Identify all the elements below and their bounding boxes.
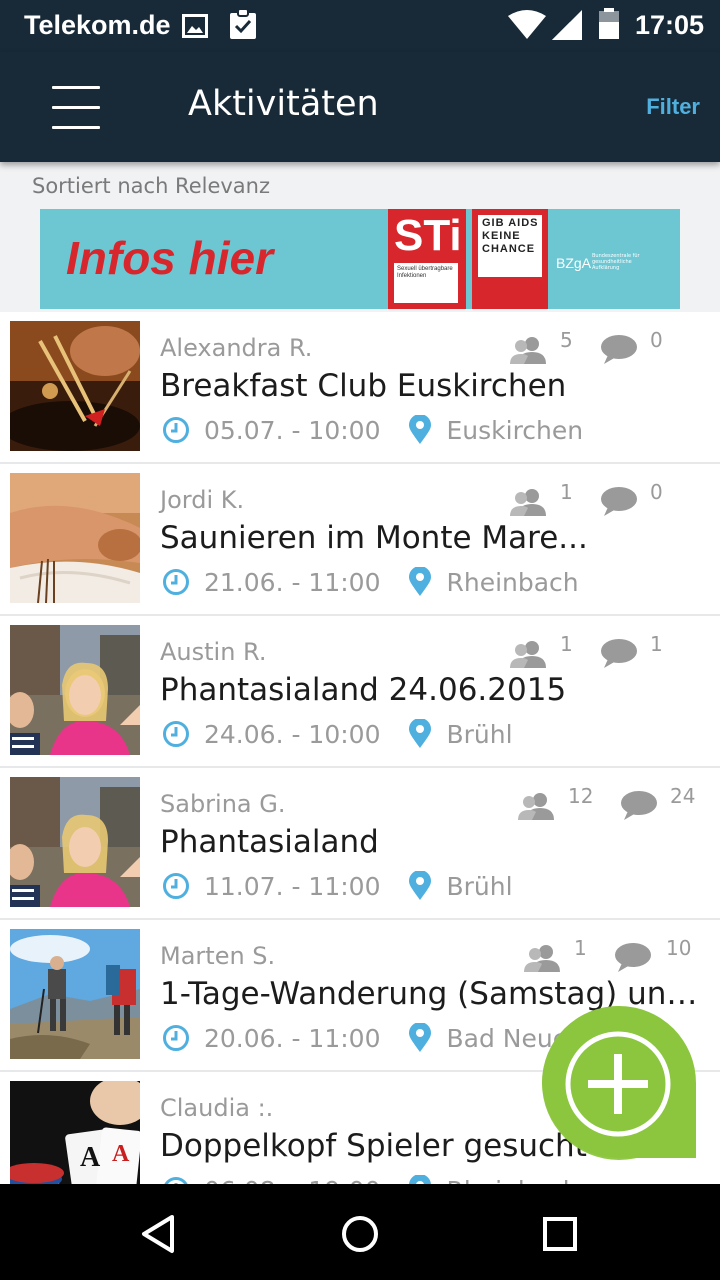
- clock-icon: [163, 1025, 189, 1051]
- activity-title: Phantasialand 24.06.2015: [160, 672, 567, 708]
- activity-author: Claudia :.: [160, 1094, 274, 1122]
- bzga-caption: Bundeszentrale für gesundheitliche Aufkl…: [592, 253, 640, 271]
- comment-icon: [601, 487, 637, 516]
- sort-label: Sortiert nach Relevanz: [32, 174, 271, 198]
- menu-button[interactable]: [40, 74, 112, 140]
- activity-title: Breakfast Club Euskirchen: [160, 368, 567, 404]
- comment-icon: [601, 335, 637, 364]
- clock-icon: [163, 569, 189, 595]
- comments-count: 1: [650, 632, 663, 656]
- comments-count: 24: [670, 784, 696, 808]
- gib-aids-logo: GIB AIDS KEINE CHANCE: [472, 209, 548, 309]
- activity-location: Brühl: [446, 719, 513, 749]
- clipboard-check-icon: [230, 8, 256, 39]
- participants-count: 5: [560, 328, 573, 352]
- participants-icon: [510, 641, 546, 668]
- participants-icon: [518, 793, 554, 820]
- filter-button[interactable]: Filter: [646, 94, 700, 120]
- location-pin-icon: [409, 415, 432, 444]
- clock-icon: [163, 873, 189, 899]
- participants-icon: [510, 489, 546, 516]
- location-pin-icon: [409, 719, 432, 748]
- activity-title: Phantasialand: [160, 824, 379, 860]
- recents-icon[interactable]: [538, 1212, 582, 1256]
- activity-item[interactable]: Jordi K. Saunieren im Monte Mare... 21.0…: [0, 464, 720, 616]
- clock: 17:05: [634, 10, 704, 40]
- add-activity-button[interactable]: [540, 1004, 698, 1160]
- home-icon[interactable]: [338, 1212, 382, 1256]
- clock-icon: [163, 721, 189, 747]
- svg-text:A: A: [80, 1142, 101, 1173]
- bzga-logo: BZgA: [556, 255, 592, 271]
- participants-count: 1: [560, 632, 573, 656]
- spa-massage-photo: [10, 473, 140, 603]
- activity-author: Austin R.: [160, 638, 267, 666]
- activity-author: Sabrina G.: [160, 790, 286, 818]
- comments-count: 10: [666, 936, 692, 960]
- page-title: Aktivitäten: [188, 84, 379, 124]
- activity-location: Brühl: [446, 871, 513, 901]
- theme-park-friends-photo: [10, 625, 140, 755]
- participants-count: 12: [568, 784, 594, 808]
- comment-icon: [601, 639, 637, 668]
- activity-title: Saunieren im Monte Mare...: [160, 520, 588, 556]
- hikers-mountain-photo: [10, 929, 140, 1059]
- activity-location: Euskirchen: [446, 415, 584, 445]
- activity-author: Marten S.: [160, 942, 276, 970]
- location-pin-icon: [409, 871, 432, 900]
- activity-item[interactable]: Alexandra R. Breakfast Club Euskirchen 0…: [0, 312, 720, 464]
- sort-bar: Sortiert nach Relevanz: [0, 162, 720, 210]
- battery-icon: [599, 8, 619, 39]
- location-pin-icon: [409, 1023, 432, 1052]
- participants-icon: [510, 337, 546, 364]
- system-nav-bar: [0, 1184, 720, 1280]
- ad-banner[interactable]: Infos hier STi Sexuell übertragbare Infe…: [40, 209, 680, 309]
- activity-datetime: 21.06. - 11:00: [204, 567, 381, 597]
- activity-datetime: 20.06. - 11:00: [204, 1023, 381, 1053]
- participants-icon: [524, 945, 560, 972]
- activity-location: Rheinbach: [446, 567, 579, 597]
- banner-headline: Infos hier: [66, 232, 274, 284]
- participants-count: 1: [574, 936, 587, 960]
- comments-count: 0: [650, 480, 663, 504]
- activity-datetime: 24.06. - 10:00: [204, 719, 381, 749]
- theme-park-friends-photo: [10, 777, 140, 907]
- banner-area: Infos hier STi Sexuell übertragbare Infe…: [0, 208, 720, 312]
- hamburger-menu-icon: [52, 86, 100, 89]
- comment-icon: [615, 943, 651, 972]
- app-bar: Aktivitäten Filter: [0, 52, 720, 162]
- comments-count: 0: [650, 328, 663, 352]
- clock-icon: [163, 417, 189, 443]
- signal-icon: [552, 10, 582, 40]
- wifi-icon: [508, 10, 546, 39]
- activity-item[interactable]: Sabrina G. Phantasialand 11.07. - 11:00 …: [0, 768, 720, 920]
- activity-author: Alexandra R.: [160, 334, 313, 362]
- participants-count: 1: [560, 480, 573, 504]
- carrier-label: Telekom.de: [24, 10, 171, 40]
- status-bar: Telekom.de 17:05: [0, 0, 720, 52]
- sti-logo: STi Sexuell übertragbare Infektionen: [388, 209, 466, 309]
- back-icon[interactable]: [138, 1212, 182, 1256]
- fondue-chopsticks-photo: [10, 321, 140, 451]
- activity-datetime: 05.07. - 10:00: [204, 415, 381, 445]
- svg-text:A: A: [112, 1141, 130, 1167]
- comment-icon: [621, 791, 657, 820]
- image-icon: [182, 14, 208, 38]
- location-pin-icon: [409, 567, 432, 596]
- activity-author: Jordi K.: [160, 486, 245, 514]
- activity-item[interactable]: Austin R. Phantasialand 24.06.2015 24.06…: [0, 616, 720, 768]
- activity-datetime: 11.07. - 11:00: [204, 871, 381, 901]
